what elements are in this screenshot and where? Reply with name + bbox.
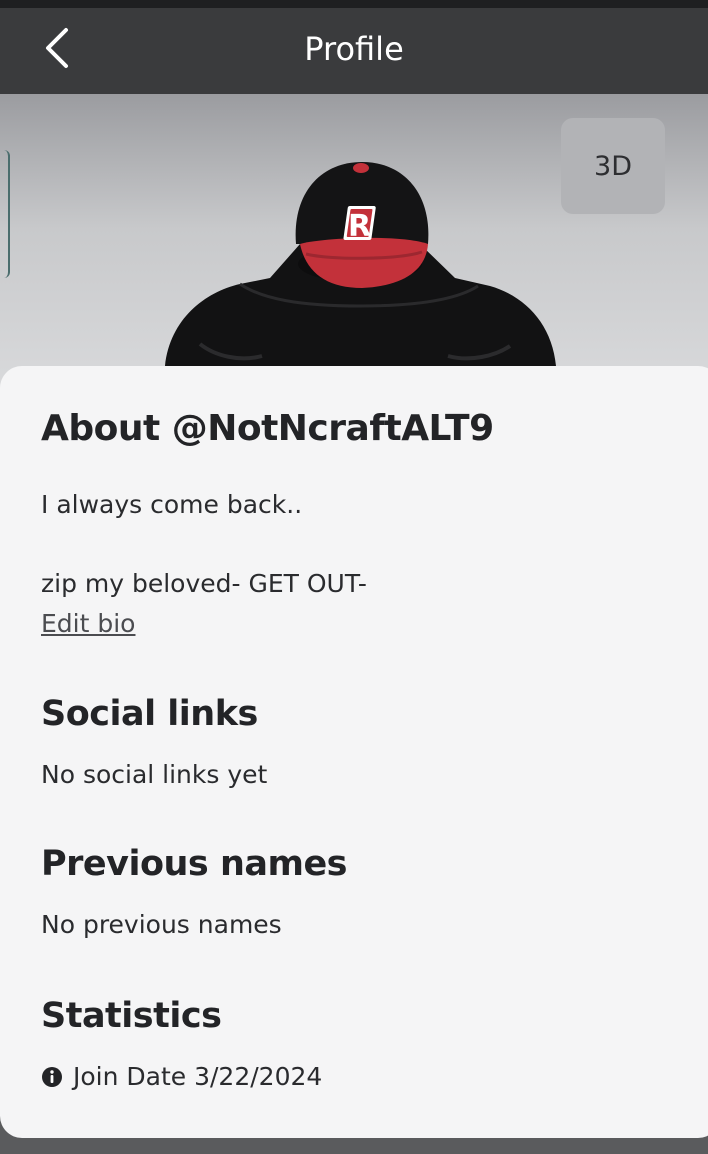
bio-line: I always come back.. <box>41 490 303 519</box>
bio-line: zip my beloved- GET OUT- <box>41 569 367 598</box>
edit-bio-link[interactable]: Edit bio <box>41 609 135 638</box>
status-strip <box>0 0 708 8</box>
previous-names-empty: No previous names <box>41 910 282 939</box>
join-date-text: Join Date 3/22/2024 <box>73 1062 323 1091</box>
previous-names-heading: Previous names <box>41 844 348 884</box>
top-bar: Profile <box>0 8 708 94</box>
social-links-empty: No social links yet <box>41 760 268 789</box>
view-3d-button[interactable]: 3D <box>561 118 665 214</box>
join-date-row: Join Date 3/22/2024 <box>41 1062 322 1091</box>
avatar-viewer[interactable]: R 3D <box>0 94 708 394</box>
statistics-heading: Statistics <box>41 996 222 1036</box>
cap-logo-letter: R <box>348 209 371 244</box>
info-icon <box>41 1066 63 1088</box>
about-panel: About @NotNcraftALT9 I always come back.… <box>0 366 708 1138</box>
about-heading: About @NotNcraftALT9 <box>41 408 494 449</box>
page-title: Profile <box>304 30 404 68</box>
social-links-heading: Social links <box>41 694 258 734</box>
